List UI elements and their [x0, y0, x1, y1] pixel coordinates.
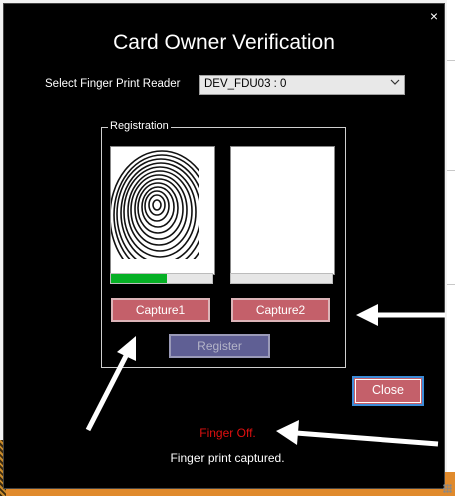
arrow-finger-status-head: [276, 420, 299, 445]
annotation-arrows: [85, 304, 445, 447]
arrow-capture1: [85, 350, 131, 432]
arrow-capture2-head: [356, 304, 378, 326]
arrow-finger-status: [295, 430, 439, 447]
